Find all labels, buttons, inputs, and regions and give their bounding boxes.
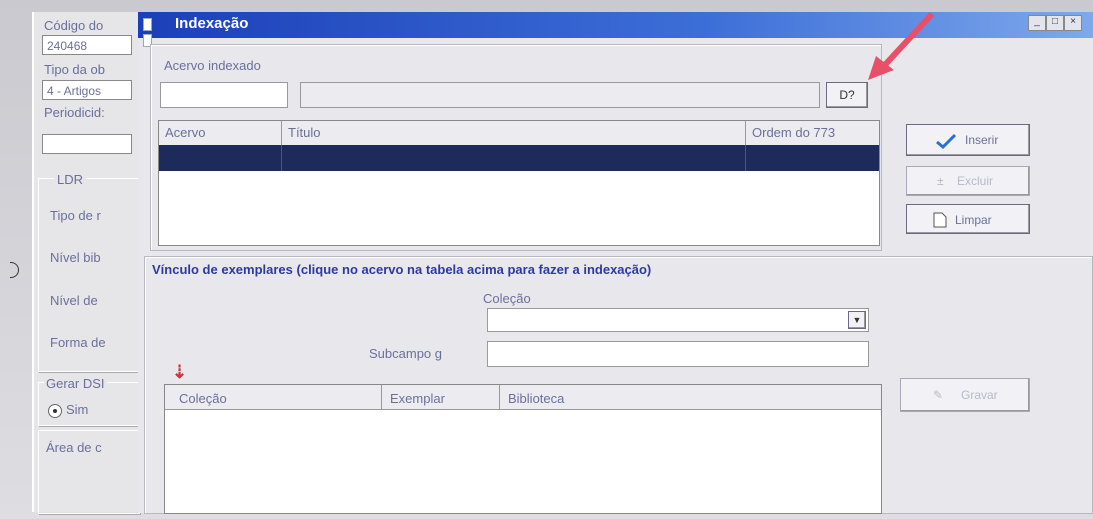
maximize-icon[interactable]: □ <box>1046 15 1064 31</box>
periodicidade-field[interactable] <box>42 134 132 154</box>
codigo-label: Código do <box>44 18 104 33</box>
excluir-icon: ± <box>937 174 944 188</box>
excluir-label: Excluir <box>957 174 994 188</box>
tipo-obra-select[interactable]: 4 - Artigos <box>42 80 132 100</box>
acervo-title-field <box>300 82 820 108</box>
periodicidade-label: Periodicid: <box>44 105 105 120</box>
search-acervo-button[interactable]: D? <box>826 82 868 108</box>
minimize-icon[interactable]: _ <box>1028 15 1046 31</box>
tipo-obra-label: Tipo da ob <box>44 62 105 77</box>
table-row-selected[interactable] <box>159 145 879 171</box>
sim-radio-label: Sim <box>66 402 89 417</box>
close-icon[interactable]: × <box>1064 15 1082 31</box>
acervo-indexado-label: Acervo indexado <box>164 58 261 73</box>
col-biblioteca[interactable]: Biblioteca <box>499 385 564 409</box>
col-colecao[interactable]: Coleção <box>179 391 227 406</box>
inserir-button[interactable]: Inserir <box>906 124 1030 156</box>
gravar-button[interactable]: ✎ Gravar <box>900 378 1030 412</box>
dialog-titlebar[interactable] <box>138 12 1093 38</box>
gerar-dsi-label: Gerar DSI <box>44 376 107 391</box>
col-exemplar[interactable]: Exemplar <box>381 385 445 409</box>
nivel-de-label: Nível de <box>50 293 98 308</box>
excluir-button[interactable]: ± Excluir <box>906 166 1030 196</box>
area-label: Área de c <box>46 440 102 455</box>
subcampo-label: Subcampo g <box>369 346 442 361</box>
colecao-select[interactable]: ▼ <box>487 308 869 332</box>
codigo-field[interactable]: 240468 <box>42 35 132 55</box>
vinculo-label: Vínculo de exemplares (clique no acervo … <box>152 262 652 277</box>
dialog-title: Indexação <box>175 15 249 32</box>
document-icon <box>933 212 947 228</box>
subcampo-input[interactable] <box>487 341 869 367</box>
inserir-label: Inserir <box>965 133 999 147</box>
pink-arrow-annotation <box>868 12 935 80</box>
acervo-grid[interactable]: Acervo Título Ordem do 773 <box>158 120 880 246</box>
col-acervo[interactable]: Acervo <box>165 125 205 140</box>
nivel-bib-label: Nível bib <box>50 250 101 265</box>
tipo-registro-label: Tipo de r <box>50 208 101 223</box>
gravar-label: Gravar <box>961 388 998 402</box>
col-ordem-773[interactable]: Ordem do 773 <box>745 121 879 145</box>
col-titulo[interactable]: Título <box>281 121 321 145</box>
forma-de-label: Forma de <box>50 335 106 350</box>
limpar-label: Limpar <box>955 213 992 227</box>
sim-radio[interactable] <box>48 404 62 418</box>
colecao-label: Coleção <box>483 291 531 306</box>
dialog-app-icon <box>143 18 163 47</box>
chevron-down-icon[interactable]: ▼ <box>848 311 866 329</box>
acervo-code-input[interactable] <box>160 82 288 108</box>
exemplares-grid[interactable]: Coleção Exemplar Biblioteca <box>164 384 882 514</box>
acervo-grid-header: Acervo Título Ordem do 773 <box>159 121 879 146</box>
ldr-group-label: LDR <box>54 172 87 187</box>
save-icon: ✎ <box>933 388 944 402</box>
checkmark-icon <box>936 133 957 149</box>
exemplares-grid-header: Coleção Exemplar Biblioteca <box>165 385 881 410</box>
down-arrow-icon: ⇣ <box>172 362 188 382</box>
limpar-button[interactable]: Limpar <box>906 204 1030 234</box>
